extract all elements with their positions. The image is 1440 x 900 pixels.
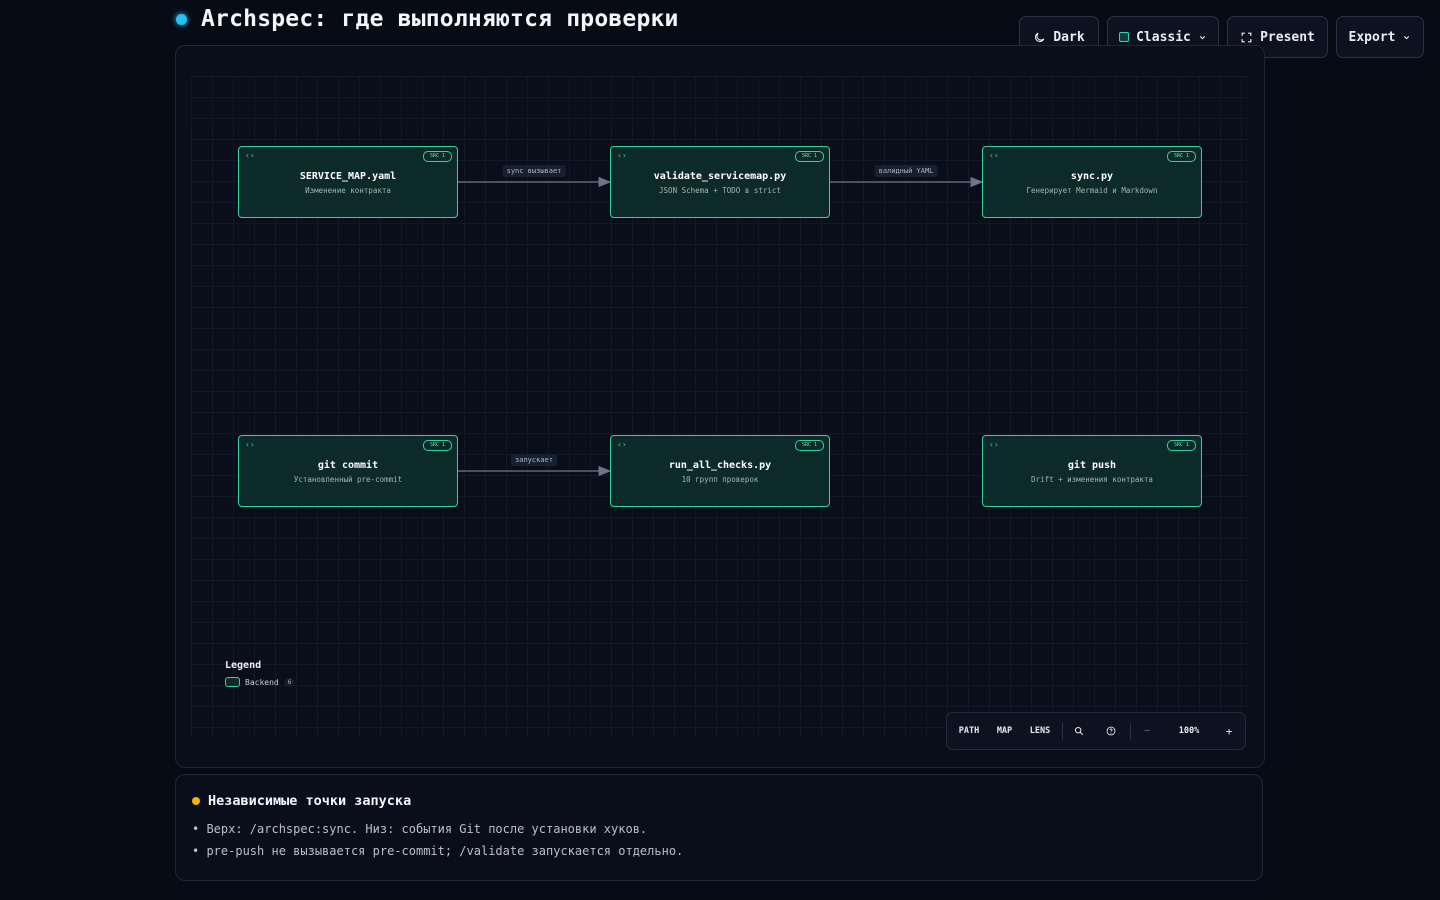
notes-panel: Независимые точки запуска • Верх: /archs… bbox=[175, 774, 1263, 881]
node-title: SERVICE_MAP.yaml bbox=[299, 171, 397, 182]
title-status-dot bbox=[176, 13, 187, 25]
code-icon: ‹› bbox=[989, 440, 999, 449]
code-icon: ‹› bbox=[245, 151, 255, 160]
node-sync[interactable]: ‹› SRC 1 sync.py Генерирует Mermaid и Ma… bbox=[982, 146, 1202, 218]
node-service-map[interactable]: ‹› SRC 1 SERVICE_MAP.yaml Изменение конт… bbox=[238, 146, 458, 218]
notes-title: Независимые точки запуска bbox=[208, 793, 412, 809]
node-validate-servicemap[interactable]: ‹› SRC 1 validate_servicemap.py JSON Sch… bbox=[610, 146, 830, 218]
node-subtitle: Изменение контракта bbox=[305, 186, 391, 195]
divider bbox=[1130, 723, 1131, 740]
note-line: • pre-push не вызывается pre-commit; /va… bbox=[192, 844, 684, 858]
style-label: Classic bbox=[1136, 29, 1191, 45]
edge-label: запускает bbox=[511, 454, 557, 466]
zoom-in-button[interactable]: + bbox=[1217, 713, 1241, 749]
source-badge: SRC 1 bbox=[422, 151, 452, 162]
theme-label: Dark bbox=[1053, 29, 1085, 45]
node-git-push[interactable]: ‹› SRC 1 git push Drift + изменения конт… bbox=[982, 435, 1202, 507]
divider bbox=[1062, 723, 1063, 740]
note-line: • Верх: /archspec:sync. Низ: события Git… bbox=[192, 822, 648, 836]
edge-label: валидный YAML bbox=[874, 165, 938, 177]
node-git-commit[interactable]: ‹› SRC 1 git commit Установленный pre-co… bbox=[238, 435, 458, 507]
present-label: Present bbox=[1260, 29, 1315, 45]
node-title: run_all_checks.py bbox=[668, 460, 772, 471]
export-label: Export bbox=[1348, 29, 1396, 45]
node-subtitle: Генерирует Mermaid и Markdown bbox=[1026, 186, 1158, 195]
notes-status-dot bbox=[192, 797, 200, 805]
code-icon: ‹› bbox=[989, 151, 999, 160]
node-title: git commit bbox=[317, 460, 379, 471]
node-title: git push bbox=[1067, 460, 1117, 471]
legend-title: Legend bbox=[225, 660, 262, 671]
source-badge: SRC 1 bbox=[794, 151, 824, 162]
map-button[interactable]: MAP bbox=[988, 713, 1021, 749]
export-dropdown[interactable]: Export bbox=[1336, 16, 1424, 58]
path-button[interactable]: PATH bbox=[952, 713, 986, 749]
source-badge: SRC 1 bbox=[1166, 440, 1196, 451]
fullscreen-icon bbox=[1241, 32, 1252, 42]
node-title: validate_servicemap.py bbox=[653, 171, 787, 182]
source-badge: SRC 1 bbox=[794, 440, 824, 451]
diagram-canvas[interactable]: sync вызывает валидный YAML запускает ‹›… bbox=[175, 45, 1265, 768]
legend-swatch bbox=[225, 677, 240, 687]
canvas-controls: PATH MAP LENS — 100% + bbox=[946, 712, 1246, 750]
code-icon: ‹› bbox=[617, 440, 627, 449]
notes-header: Независимые точки запуска bbox=[192, 793, 411, 809]
search-icon bbox=[1074, 726, 1084, 736]
page-header: Archspec: где выполняются проверки bbox=[176, 6, 679, 32]
legend-item-backend[interactable]: Backend 6 bbox=[225, 677, 296, 687]
help-button[interactable] bbox=[1099, 713, 1123, 749]
legend-label: Backend bbox=[245, 677, 279, 687]
source-badge: SRC 1 bbox=[1166, 151, 1196, 162]
source-badge: SRC 1 bbox=[422, 440, 452, 451]
search-button[interactable] bbox=[1067, 713, 1091, 749]
node-subtitle: Установленный pre-commit bbox=[293, 475, 403, 484]
lens-button[interactable]: LENS bbox=[1023, 713, 1057, 749]
zoom-out-button[interactable]: — bbox=[1135, 713, 1159, 749]
legend-count: 6 bbox=[283, 677, 296, 687]
chevron-down-icon bbox=[1404, 35, 1410, 39]
code-icon: ‹› bbox=[617, 151, 627, 160]
page-title: Archspec: где выполняются проверки bbox=[201, 6, 679, 32]
legend: Legend Backend 6 bbox=[225, 660, 296, 687]
node-title: sync.py bbox=[1070, 171, 1114, 182]
edge-label: sync вызывает bbox=[502, 165, 566, 177]
chevron-down-icon bbox=[1199, 35, 1206, 39]
help-icon bbox=[1106, 726, 1116, 736]
node-subtitle: 10 групп проверок bbox=[681, 475, 759, 484]
code-icon: ‹› bbox=[245, 440, 255, 449]
moon-icon bbox=[1035, 32, 1045, 42]
node-run-all-checks[interactable]: ‹› SRC 1 run_all_checks.py 10 групп пров… bbox=[610, 435, 830, 507]
zoom-level: 100% bbox=[1178, 726, 1200, 736]
node-subtitle: Drift + изменения контракта bbox=[1031, 475, 1153, 484]
style-swatch-icon bbox=[1119, 32, 1130, 42]
node-subtitle: JSON Schema + TODO в strict bbox=[659, 186, 781, 195]
